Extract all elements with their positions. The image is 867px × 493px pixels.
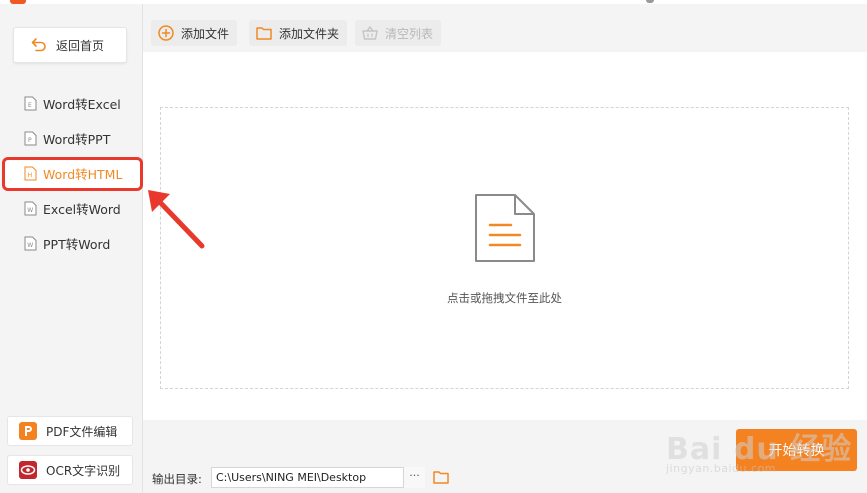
svg-text:W: W (27, 207, 33, 214)
ocr-button[interactable]: OCR文字识别 (7, 455, 133, 485)
nav-item-label: PPT转Word (43, 237, 111, 252)
nav-item-label: Word转Excel (43, 97, 121, 112)
basket-icon (361, 24, 379, 42)
document-icon: H (24, 166, 37, 181)
nav-item-label: Word转HTML (43, 167, 123, 182)
nav-item-label: Word转PPT (43, 132, 111, 147)
sidebar: 返回首页 E Word转Excel P Word转PPT H Word转HTML… (0, 4, 143, 493)
output-dir-label: 输出目录: (152, 472, 202, 486)
nav-item-word-to-ppt[interactable]: P Word转PPT (0, 121, 143, 156)
clear-list-label: 清空列表 (385, 26, 434, 41)
add-file-button[interactable]: 添加文件 (151, 20, 238, 46)
browse-button[interactable]: ··· (403, 467, 425, 488)
pdf-editor-label: PDF文件编辑 (46, 424, 118, 439)
main-panel: 点击或拖拽文件至此处 (143, 52, 867, 420)
plus-circle-icon (157, 24, 175, 42)
start-convert-button[interactable]: 开始转换 (736, 429, 857, 471)
nav-item-word-to-excel[interactable]: E Word转Excel (0, 86, 143, 121)
ocr-label: OCR文字识别 (46, 463, 121, 478)
clear-list-button[interactable]: 清空列表 (355, 20, 442, 46)
back-home-button[interactable]: 返回首页 (13, 27, 127, 63)
document-icon: E (24, 96, 37, 111)
nav-item-excel-to-word[interactable]: W Excel转Word (0, 191, 143, 226)
document-icon: P (24, 131, 37, 146)
document-icon: W (24, 201, 37, 216)
drop-hint-text: 点击或拖拽文件至此处 (447, 291, 562, 305)
document-icon: W (24, 236, 37, 251)
svg-text:H: H (28, 172, 33, 179)
svg-text:E: E (28, 102, 32, 109)
folder-icon (255, 24, 273, 42)
back-home-label: 返回首页 (56, 38, 105, 53)
bottom-bar: 输出目录: C:\Users\NING MEI\Desktop ··· 开始转换 (143, 420, 867, 493)
pdf-editor-button[interactable]: PDF文件编辑 (7, 416, 133, 446)
toolbar: 添加文件 添加文件夹 清空列表 (143, 4, 867, 54)
conversion-nav: E Word转Excel P Word转PPT H Word转HTML W Ex… (0, 86, 143, 261)
svg-text:P: P (28, 137, 32, 144)
pdf-logo-icon (18, 421, 38, 441)
annotation-arrow (148, 190, 205, 249)
add-folder-label: 添加文件夹 (279, 26, 340, 41)
nav-item-label: Excel转Word (43, 202, 121, 217)
nav-item-word-to-html[interactable]: H Word转HTML (0, 156, 143, 191)
undo-arrow-icon (30, 36, 48, 54)
output-dir-field[interactable]: C:\Users\NING MEI\Desktop (211, 467, 425, 488)
title-bar-control[interactable] (646, 0, 654, 3)
app-window: 返回首页 E Word转Excel P Word转PPT H Word转HTML… (0, 0, 867, 493)
eye-icon (18, 460, 38, 480)
nav-item-ppt-to-word[interactable]: W PPT转Word (0, 226, 143, 261)
file-lines-icon (473, 192, 537, 264)
file-drop-zone[interactable]: 点击或拖拽文件至此处 (160, 107, 849, 389)
add-folder-button[interactable]: 添加文件夹 (249, 20, 348, 46)
svg-text:W: W (27, 242, 33, 249)
add-file-label: 添加文件 (181, 26, 230, 41)
open-folder-icon[interactable] (432, 468, 450, 486)
